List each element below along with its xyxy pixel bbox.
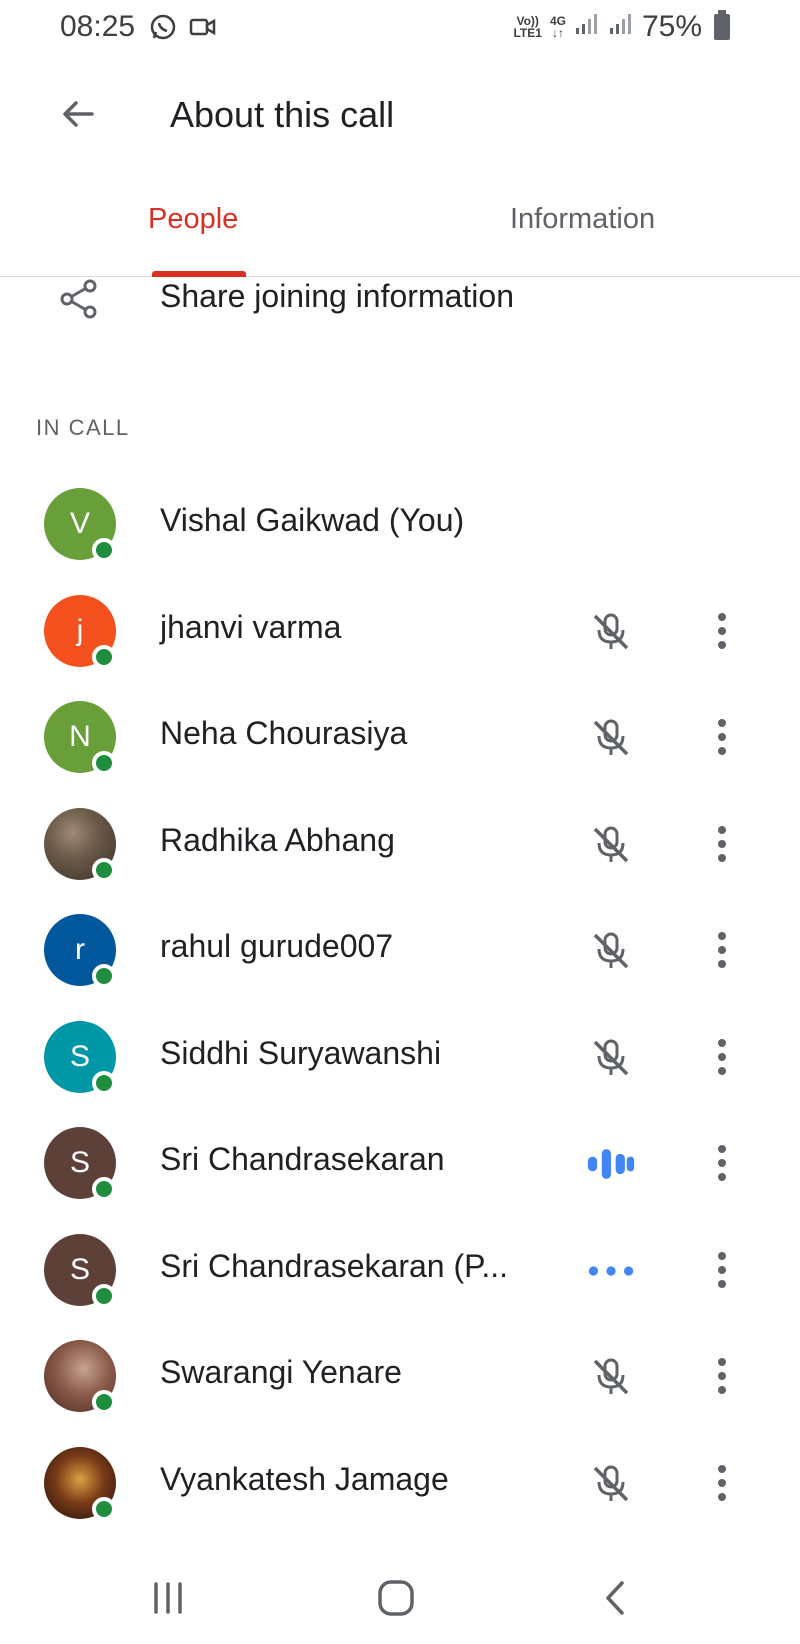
system-nav-bar xyxy=(0,1560,800,1644)
presence-dot xyxy=(92,644,116,669)
participant-list: V Vishal Gaikwad (You) j jhanvi varma N … xyxy=(0,470,800,1535)
participant-row[interactable]: Radhika Abhang xyxy=(0,790,800,897)
more-options-button[interactable] xyxy=(702,922,742,978)
data-indicator: 4G ↓↑ xyxy=(550,15,566,39)
status-time: 08:25 xyxy=(60,10,136,43)
presence-dot xyxy=(92,1390,116,1414)
mic-off-icon xyxy=(586,1459,636,1509)
participant-name: Vishal Gaikwad (You) xyxy=(160,502,465,538)
participant-row[interactable]: N Neha Chourasiya xyxy=(0,683,800,790)
share-icon xyxy=(58,278,100,325)
participant-name: jhanvi varma xyxy=(160,608,342,645)
participant-name: Siddhi Suryawanshi xyxy=(160,1034,442,1071)
app-bar: About this call xyxy=(0,60,800,170)
volte-indicator: Vo)) LTE1 xyxy=(513,15,541,39)
more-options-button[interactable] xyxy=(702,1242,742,1298)
avatar-initial: S xyxy=(69,1252,90,1286)
lte-label: LTE1 xyxy=(513,26,542,40)
avatar-initial: S xyxy=(69,1039,90,1073)
signal-icon xyxy=(608,10,634,44)
participant-name: Radhika Abhang xyxy=(160,821,395,858)
home-icon[interactable] xyxy=(376,1578,416,1623)
tab-people[interactable]: People xyxy=(148,203,238,273)
participant-row[interactable]: Vyankatesh Jamage xyxy=(0,1429,800,1536)
participant-name: Vyankatesh Jamage xyxy=(160,1460,449,1497)
participant-row[interactable]: S Sri Chandrasekaran xyxy=(0,1109,800,1216)
presence-dot xyxy=(92,1283,116,1308)
participant-row[interactable]: V Vishal Gaikwad (You) xyxy=(0,470,800,577)
arrow-back-icon xyxy=(58,94,98,139)
mic-off-icon xyxy=(586,607,636,657)
mic-off-icon xyxy=(586,820,636,870)
mic-off-icon xyxy=(586,1352,636,1402)
presence-dot xyxy=(92,751,116,775)
participant-row[interactable]: r rahul gurude007 xyxy=(0,896,800,1003)
mic-off-icon xyxy=(586,713,636,763)
presence-dot xyxy=(92,1496,116,1521)
share-joining-info-row[interactable]: Share joining information xyxy=(0,278,800,338)
participant-name: Sri Chandrasekaran xyxy=(160,1141,445,1177)
participant-name: Sri Chandrasekaran (P... xyxy=(160,1247,509,1284)
participant-name: Neha Chourasiya xyxy=(160,715,408,751)
avatar-initial: N xyxy=(69,720,91,753)
participant-name: Swarangi Yenare xyxy=(160,1354,402,1390)
tab-information[interactable]: Information xyxy=(510,203,655,273)
participant-row[interactable]: S Siddhi Suryawanshi xyxy=(0,1003,800,1110)
status-bar: 08:25 Vo)) LTE1 4G ↓↑ 75% xyxy=(0,0,800,56)
presence-dot xyxy=(92,964,116,988)
connecting-dots-icon xyxy=(586,1246,636,1296)
in-call-section-label: IN CALL xyxy=(36,415,130,440)
more-options-button[interactable] xyxy=(702,1135,742,1191)
active-tab-indicator xyxy=(152,271,246,277)
more-options-button[interactable] xyxy=(702,816,742,872)
speaking-indicator-icon xyxy=(586,1139,636,1189)
presence-dot xyxy=(92,857,116,882)
presence-dot xyxy=(92,538,116,562)
more-options-button[interactable] xyxy=(702,1455,742,1511)
data-arrows-label: ↓↑ xyxy=(551,26,564,40)
more-options-button[interactable] xyxy=(702,1029,742,1085)
battery-percent: 75% xyxy=(641,10,702,43)
participant-name: rahul gurude007 xyxy=(160,928,394,964)
status-right: Vo)) LTE1 4G ↓↑ 75% xyxy=(513,10,730,44)
more-options-button[interactable] xyxy=(702,709,742,765)
participant-row[interactable]: Swarangi Yenare xyxy=(0,1322,800,1429)
avatar-initial: S xyxy=(69,1146,90,1179)
participant-row[interactable]: j jhanvi varma xyxy=(0,577,800,684)
tab-bar: People Information xyxy=(0,185,800,277)
signal-icon xyxy=(574,10,600,44)
presence-dot xyxy=(92,1070,116,1095)
video-camera-icon xyxy=(188,12,218,47)
share-joining-info-label: Share joining information xyxy=(160,278,514,314)
avatar-initial: V xyxy=(69,507,90,540)
mic-off-icon xyxy=(586,1033,636,1083)
back-icon[interactable] xyxy=(600,1578,630,1623)
more-options-button[interactable] xyxy=(702,1348,742,1404)
mic-off-icon xyxy=(586,926,636,976)
avatar-initial: j xyxy=(76,613,84,647)
battery-icon xyxy=(714,10,730,40)
whatsapp-icon xyxy=(148,12,178,47)
avatar-initial: r xyxy=(75,933,85,966)
page-title: About this call xyxy=(170,94,395,135)
participant-row[interactable]: S Sri Chandrasekaran (P... xyxy=(0,1216,800,1323)
back-button[interactable] xyxy=(50,88,106,144)
recents-icon[interactable] xyxy=(150,1578,186,1623)
more-options-button[interactable] xyxy=(702,603,742,659)
presence-dot xyxy=(92,1177,116,1201)
